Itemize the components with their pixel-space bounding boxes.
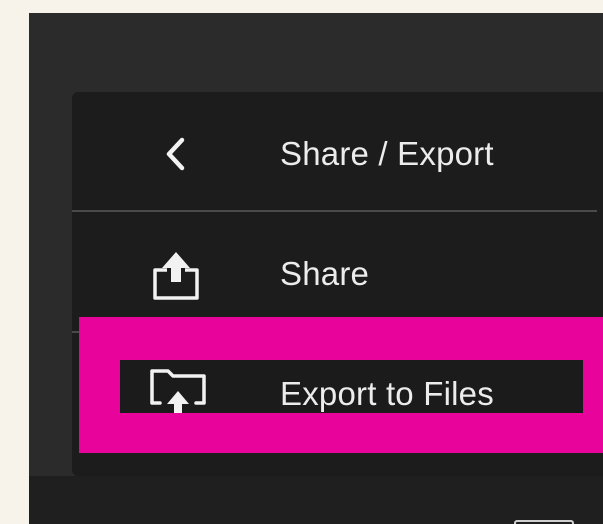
share-item[interactable]: Share (280, 254, 369, 294)
folder-export-icon (146, 363, 210, 413)
export-to-files-label: Export to Files (280, 375, 494, 412)
toolbar-button[interactable] (514, 520, 574, 524)
bottom-toolbar (29, 476, 603, 524)
chevron-left-icon[interactable] (155, 130, 197, 178)
share-upload-icon (145, 250, 207, 302)
export-to-files-row[interactable]: Export to Files (120, 360, 583, 413)
divider (72, 210, 597, 212)
menu-title: Share / Export (280, 135, 494, 172)
